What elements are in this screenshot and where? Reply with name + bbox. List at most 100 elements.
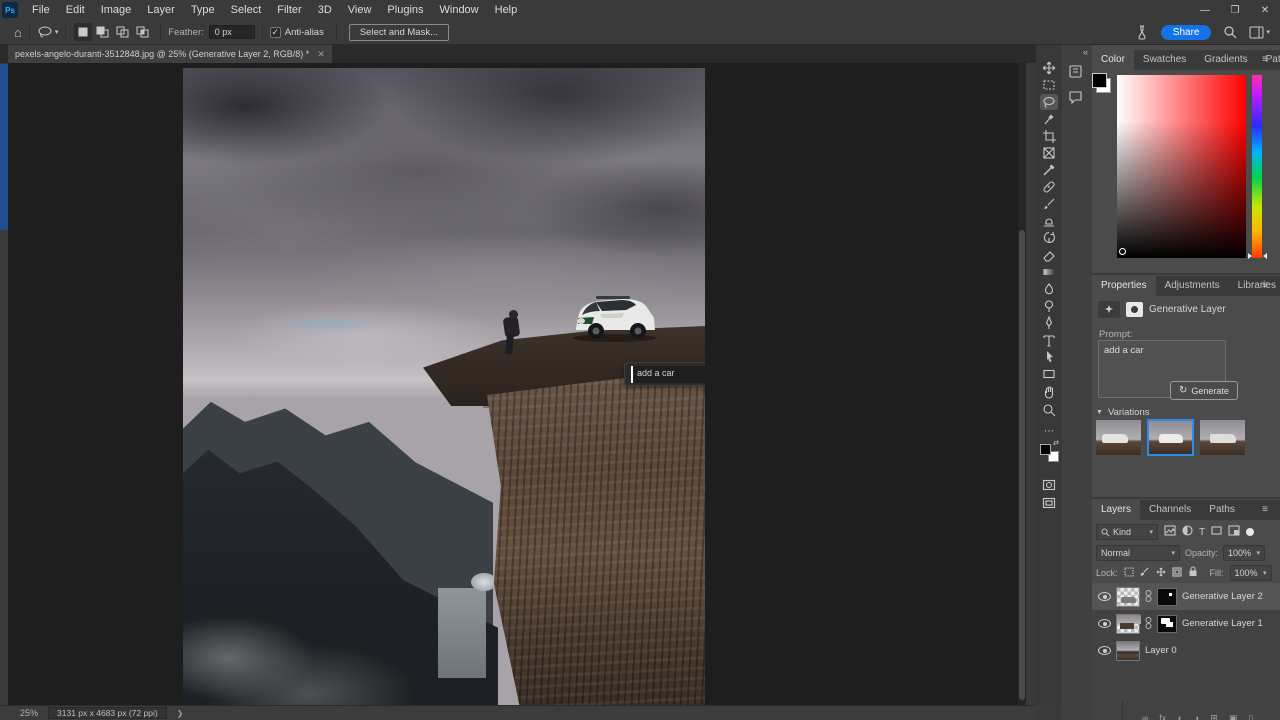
layer-mask-thumbnail[interactable]: [1157, 614, 1177, 633]
filter-toggle-icon[interactable]: [1246, 528, 1255, 536]
filter-shape-icon[interactable]: [1211, 525, 1222, 539]
pen-tool-icon[interactable]: [1040, 315, 1058, 331]
history-panel-icon[interactable]: [1068, 63, 1085, 85]
panel-menu-icon[interactable]: ≡: [1262, 276, 1274, 296]
panel-menu-icon[interactable]: ≡: [1262, 500, 1274, 520]
layer-thumbnail[interactable]: [1116, 640, 1140, 661]
tab-close-icon[interactable]: ✕: [317, 49, 325, 60]
lock-artboard-icon[interactable]: [1171, 566, 1182, 580]
layer-thumbnail[interactable]: [1116, 613, 1141, 634]
layer-row-background[interactable]: Layer 0: [1092, 637, 1280, 664]
beaker-icon[interactable]: [1135, 24, 1149, 40]
contextual-taskbar[interactable]: add a car ❮ 2/3 ❯ ↻ Generate ⚑ ⋯: [624, 362, 705, 386]
move-tool-icon[interactable]: [1040, 60, 1058, 76]
selection-subtract-icon[interactable]: [114, 23, 132, 41]
expand-dock-icon[interactable]: «: [1083, 47, 1088, 57]
layer-name[interactable]: Generative Layer 1: [1182, 618, 1263, 629]
foreground-color-swatch[interactable]: [1040, 444, 1051, 455]
layer-row-generative-1[interactable]: Generative Layer 1: [1092, 610, 1280, 637]
visibility-eye-icon[interactable]: [1098, 592, 1111, 601]
prompt-input[interactable]: add a car: [631, 365, 705, 383]
quick-mask-icon[interactable]: [1040, 477, 1058, 493]
gradient-tool-icon[interactable]: [1040, 264, 1058, 280]
selection-new-icon[interactable]: [74, 23, 93, 41]
variation-thumbnail-1[interactable]: [1096, 420, 1141, 455]
workspace-switcher[interactable]: ▾: [1249, 26, 1270, 39]
panel-tab[interactable]: Properties: [1092, 276, 1156, 296]
layer-name[interactable]: Layer 0: [1145, 645, 1177, 656]
crop-tool-icon[interactable]: [1040, 128, 1058, 144]
screen-mode-icon[interactable]: [1040, 495, 1058, 511]
lock-pixels-icon[interactable]: [1140, 567, 1150, 580]
menu-item[interactable]: Select: [223, 0, 270, 20]
fg-color-chip[interactable]: [1092, 73, 1107, 88]
menu-item[interactable]: Filter: [269, 0, 309, 20]
frame-tool-icon[interactable]: [1040, 145, 1058, 161]
canvas-vscrollbar-thumb[interactable]: [1019, 230, 1025, 700]
opacity-dropdown[interactable]: 100% ▾: [1223, 545, 1266, 561]
lasso-tool-icon[interactable]: [1040, 94, 1058, 110]
close-icon[interactable]: ✕: [1250, 0, 1280, 20]
edit-toolbar-icon[interactable]: ⋯: [1040, 423, 1058, 439]
panel-tab[interactable]: Swatches: [1134, 50, 1195, 70]
lock-transparency-icon[interactable]: [1123, 566, 1134, 580]
selection-intersect-icon[interactable]: [134, 23, 152, 41]
properties-generate-button[interactable]: ↻ Generate: [1170, 381, 1238, 400]
eyedropper-tool-icon[interactable]: [1040, 162, 1058, 178]
link-layers-icon[interactable]: ∞: [1142, 713, 1148, 720]
panel-tab[interactable]: Color: [1092, 50, 1134, 70]
type-tool-icon[interactable]: [1040, 332, 1058, 348]
select-and-mask-button[interactable]: Select and Mask...: [348, 23, 449, 41]
layer-mask-thumbnail[interactable]: [1157, 587, 1177, 606]
blend-mode-dropdown[interactable]: Normal ▾: [1096, 545, 1180, 561]
menu-item[interactable]: Layer: [139, 0, 183, 20]
panel-tab[interactable]: Layers: [1092, 500, 1141, 520]
visibility-eye-icon[interactable]: [1098, 646, 1111, 655]
menu-item[interactable]: Help: [487, 0, 526, 20]
lock-all-icon[interactable]: [1188, 566, 1198, 580]
filter-adjustment-icon[interactable]: [1182, 525, 1193, 539]
object-selection-tool-icon[interactable]: [1040, 111, 1058, 127]
kind-filter-dropdown[interactable]: Kind ▾: [1096, 524, 1158, 540]
filter-type-icon[interactable]: T: [1199, 527, 1205, 538]
restore-icon[interactable]: ❐: [1220, 0, 1250, 20]
color-picker-marker[interactable]: [1119, 248, 1126, 255]
color-field[interactable]: [1117, 75, 1246, 258]
hue-slider[interactable]: [1252, 75, 1262, 258]
history-brush-tool-icon[interactable]: [1040, 230, 1058, 246]
canvas-area[interactable]: add a car ❮ 2/3 ❯ ↻ Generate ⚑ ⋯: [8, 63, 1026, 705]
menu-item[interactable]: Type: [183, 0, 223, 20]
hand-tool-icon[interactable]: [1040, 384, 1058, 400]
filter-pixel-icon[interactable]: [1164, 525, 1176, 539]
search-icon[interactable]: [1223, 25, 1237, 39]
marquee-tool-icon[interactable]: [1040, 77, 1058, 93]
new-layer-icon[interactable]: ▣: [1229, 713, 1238, 720]
panel-menu-icon[interactable]: ≡: [1262, 50, 1274, 70]
menu-item[interactable]: View: [340, 0, 380, 20]
layer-effects-icon[interactable]: fx: [1159, 713, 1166, 720]
layer-row-generative-2[interactable]: Generative Layer 2: [1092, 583, 1280, 610]
variation-thumbnail-3[interactable]: [1200, 420, 1245, 455]
lock-position-icon[interactable]: [1156, 567, 1166, 580]
color-swatches[interactable]: ⇄: [1039, 440, 1059, 469]
panel-tab[interactable]: Adjustments: [1156, 276, 1229, 296]
panel-tab[interactable]: Gradients: [1195, 50, 1256, 70]
path-selection-tool-icon[interactable]: [1040, 349, 1058, 365]
comments-panel-icon[interactable]: [1068, 89, 1085, 110]
blur-tool-icon[interactable]: [1040, 281, 1058, 297]
fill-dropdown[interactable]: 100% ▾: [1229, 565, 1272, 581]
zoom-level[interactable]: 25%: [20, 708, 38, 718]
eraser-tool-icon[interactable]: [1040, 247, 1058, 263]
layer-name[interactable]: Generative Layer 2: [1182, 591, 1263, 602]
menu-item[interactable]: Plugins: [379, 0, 431, 20]
variations-header[interactable]: ▼ Variations: [1096, 407, 1149, 418]
home-icon[interactable]: ⌂: [14, 25, 22, 40]
add-mask-icon[interactable]: ◐: [1177, 713, 1182, 720]
minimize-icon[interactable]: —: [1190, 0, 1220, 20]
canvas-vscrollbar[interactable]: [1018, 63, 1026, 705]
brush-tool-icon[interactable]: [1040, 196, 1058, 212]
filter-smart-object-icon[interactable]: [1228, 525, 1240, 539]
tool-preset-lasso[interactable]: ▾: [37, 25, 58, 39]
feather-input[interactable]: 0 px: [208, 25, 255, 39]
menu-item[interactable]: 3D: [310, 0, 340, 20]
